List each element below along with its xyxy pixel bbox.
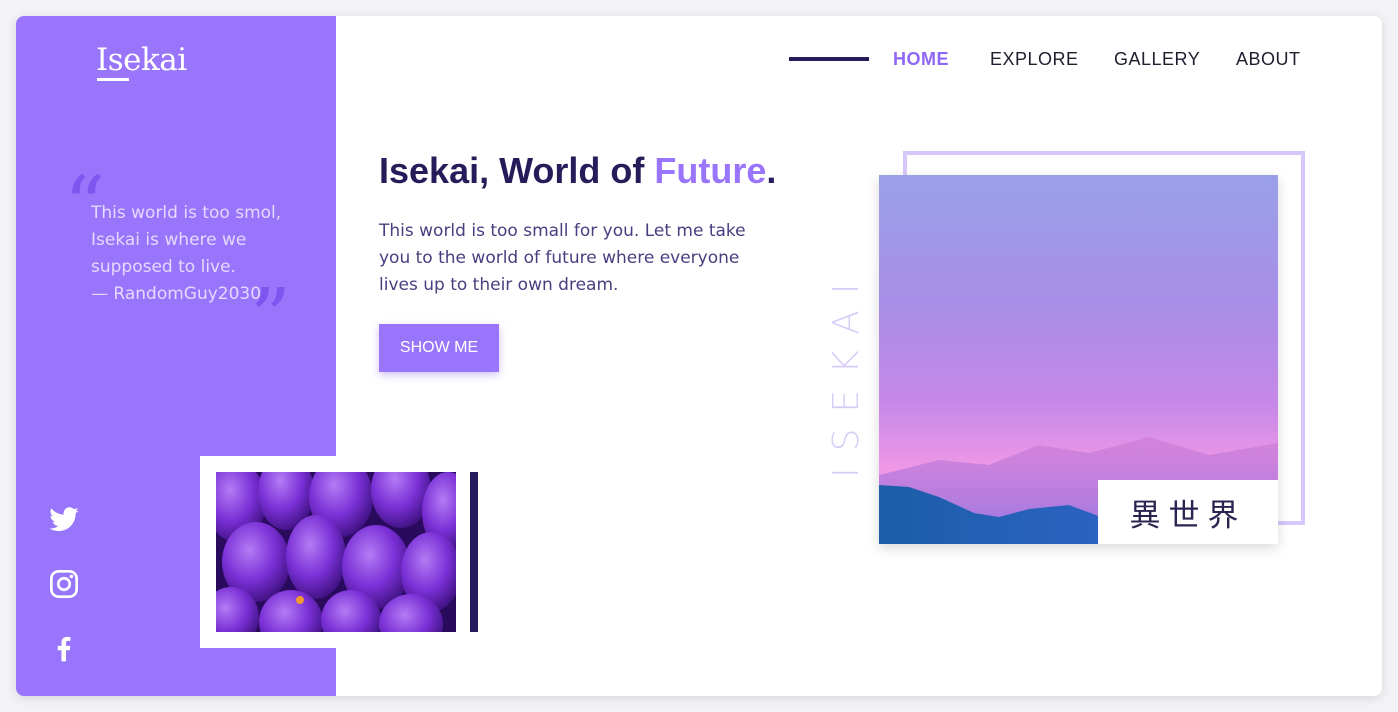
facebook-link[interactable]	[48, 632, 80, 664]
sidebar-quote: This world is too smol, Isekai is where …	[91, 200, 306, 308]
hero-title-accent: Future	[654, 150, 767, 191]
nav-home[interactable]: HOME	[893, 49, 949, 70]
instagram-link[interactable]	[48, 568, 80, 600]
flower-image	[216, 472, 456, 632]
facebook-icon	[57, 636, 71, 662]
logo[interactable]: Isekai	[96, 42, 187, 78]
decorative-bar	[470, 472, 478, 632]
hero-description: This world is too small for you. Let me …	[379, 221, 746, 295]
quote-line: This world is too smol,	[91, 203, 282, 223]
nav-accent-line	[789, 57, 869, 61]
logo-underline	[97, 78, 129, 81]
vertical-word: ISEKAI	[826, 267, 867, 478]
quote-line: Isekai is where we	[91, 230, 247, 250]
nav-about[interactable]: ABOUT	[1236, 49, 1301, 70]
twitter-link[interactable]	[48, 504, 80, 536]
quote-line: supposed to live.	[91, 257, 236, 277]
kanji-badge: 異世界	[1098, 480, 1278, 544]
twitter-icon	[49, 507, 79, 532]
quote-author: — RandomGuy2030	[91, 284, 262, 304]
nav-explore[interactable]: EXPLORE	[990, 49, 1079, 70]
hero-title-main: Isekai, World of	[379, 150, 655, 191]
hero-title: Isekai, World of Future.	[379, 150, 776, 192]
instagram-icon	[50, 570, 78, 598]
page-card: Isekai “ ” This world is too smol, Iseka…	[16, 16, 1382, 696]
show-me-button[interactable]: SHOW ME	[379, 324, 499, 372]
hero-title-end: .	[766, 150, 777, 191]
nav-gallery[interactable]: GALLERY	[1114, 49, 1200, 70]
flower-photo	[216, 472, 456, 632]
